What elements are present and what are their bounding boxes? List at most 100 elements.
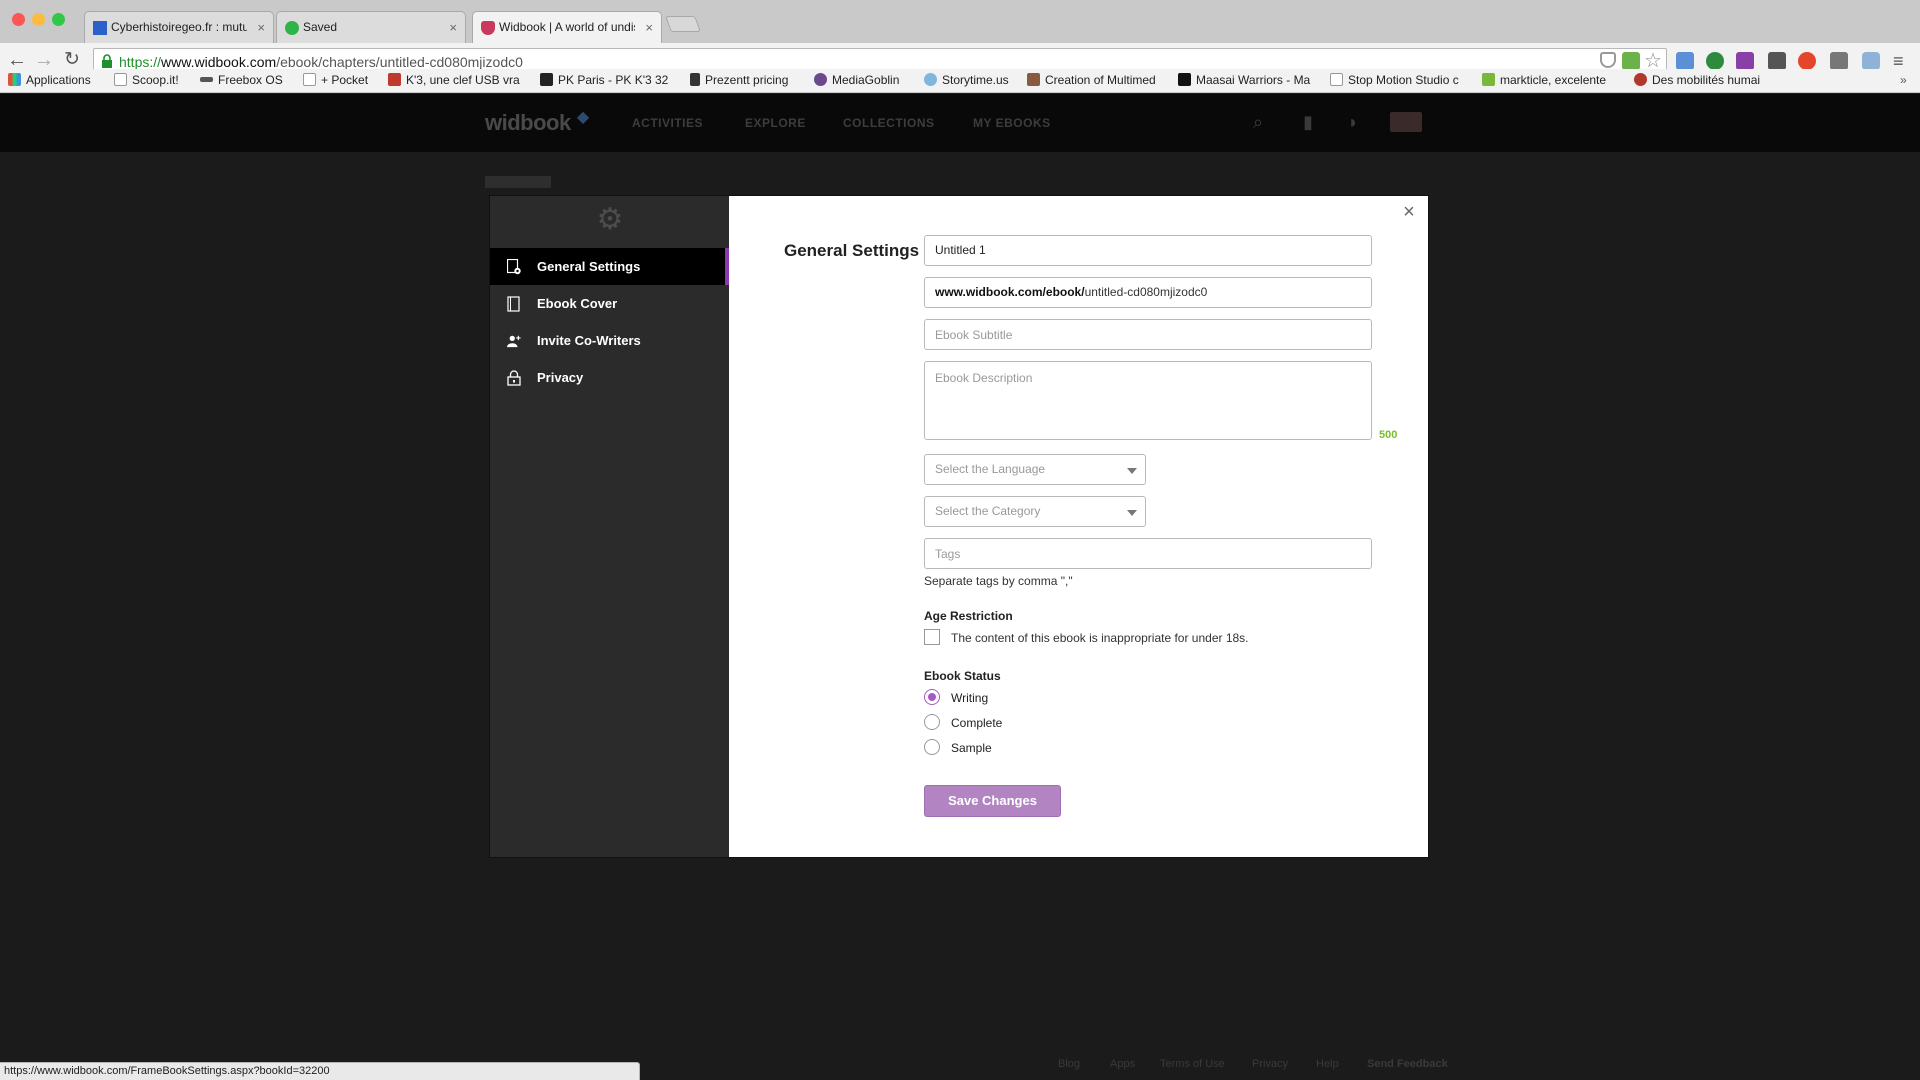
tab-title: Saved: [303, 20, 338, 34]
sidebar-item-label: Privacy: [537, 370, 584, 385]
bookmark-star-icon[interactable]: ☆: [1644, 51, 1662, 71]
sidebar-item-invite-co-writers[interactable]: Invite Co-Writers: [490, 322, 729, 359]
sidebar-item-label: Ebook Cover: [537, 296, 618, 311]
bookmark-item[interactable]: Prezentt pricing: [690, 69, 788, 92]
settings-doc-icon: [507, 259, 521, 275]
extension-download-icon[interactable]: [1706, 52, 1724, 70]
avatar[interactable]: [1390, 112, 1422, 132]
notification-bell-icon[interactable]: ◗: [1343, 112, 1363, 132]
nav-activities[interactable]: ACTIVITIES: [632, 116, 703, 130]
site-logo[interactable]: widbook: [485, 110, 571, 136]
bookmark-item[interactable]: K'3, une clef USB vra: [388, 69, 522, 92]
sidebar-item-general-settings[interactable]: General Settings: [490, 248, 729, 285]
bookmark-item[interactable]: MediaGoblin: [814, 69, 899, 92]
status-radio-writing[interactable]: [924, 689, 940, 705]
status-radio-complete[interactable]: [924, 714, 940, 730]
extension-bookmark-icon[interactable]: [1830, 52, 1848, 70]
footer-link-apps[interactable]: Apps: [1110, 1058, 1135, 1070]
bookmark-item[interactable]: + Pocket: [303, 69, 368, 92]
close-icon[interactable]: ×: [1400, 202, 1418, 222]
bookmark-item[interactable]: Maasai Warriors - Ma: [1178, 69, 1312, 92]
footer-link-blog[interactable]: Blog: [1058, 1058, 1080, 1070]
browser-tab-bar: Cyberhistoiregeo.fr : mutua × Saved × Wi…: [0, 0, 1920, 43]
ebook-subtitle-input[interactable]: [924, 319, 1372, 350]
age-restriction-checkbox[interactable]: [924, 629, 940, 645]
mobilites-icon: [1634, 73, 1647, 86]
footer-link-terms[interactable]: Terms of Use: [1160, 1058, 1225, 1070]
bookmarks-overflow-icon[interactable]: »: [1900, 69, 1907, 92]
nav-my-ebooks[interactable]: MY EBOOKS: [973, 116, 1051, 130]
new-tab-button[interactable]: [665, 16, 701, 32]
storytime-icon: [924, 73, 937, 86]
search-icon[interactable]: ⌕: [1248, 112, 1268, 132]
apps-grid-icon: [8, 73, 21, 86]
tab-close-icon[interactable]: ×: [645, 12, 653, 43]
tags-hint: Separate tags by comma ",": [924, 574, 1073, 588]
bookmark-item[interactable]: Freebox OS: [200, 69, 283, 92]
status-radio-writing-label[interactable]: Writing: [951, 691, 988, 705]
bookmark-item[interactable]: Stop Motion Studio c: [1330, 69, 1464, 92]
nav-collections[interactable]: COLLECTIONS: [843, 116, 935, 130]
lock-icon: [102, 54, 112, 68]
logo-mark-icon: ◆: [576, 109, 590, 126]
nav-explore[interactable]: EXPLORE: [745, 116, 806, 130]
ebook-description-textarea[interactable]: [924, 361, 1372, 440]
tab-title: Widbook | A world of undis: [499, 20, 635, 34]
k3-icon: [388, 73, 401, 86]
sidebar-item-privacy[interactable]: Privacy: [490, 359, 729, 396]
lock-icon: [507, 370, 521, 386]
footer-link-help[interactable]: Help: [1316, 1058, 1339, 1070]
settings-panel: × General Settings Untitled 1 www.widboo…: [729, 196, 1428, 857]
status-radio-sample[interactable]: [924, 739, 940, 755]
extension-asterisk-icon[interactable]: [1798, 52, 1816, 70]
footer-link-privacy[interactable]: Privacy: [1252, 1058, 1288, 1070]
category-select[interactable]: Select the Category: [924, 496, 1146, 527]
sidebar-item-label: General Settings: [537, 259, 641, 274]
extension-map-icon[interactable]: [1622, 52, 1640, 70]
status-radio-sample-label[interactable]: Sample: [951, 741, 992, 755]
tags-input[interactable]: [924, 538, 1372, 569]
bookmark-item[interactable]: Creation of Multimed: [1027, 69, 1161, 92]
stats-icon[interactable]: ▮: [1298, 112, 1318, 132]
bookmark-item[interactable]: markticle, excelente: [1482, 69, 1616, 92]
save-changes-button[interactable]: Save Changes: [924, 785, 1061, 817]
bookmark-applications[interactable]: Applications: [8, 69, 91, 92]
window-minimize-button[interactable]: [32, 13, 45, 26]
amazon-icon: [540, 73, 553, 86]
shield-icon[interactable]: [1600, 52, 1616, 68]
tab-close-icon[interactable]: ×: [449, 12, 457, 43]
gear-icon: ⚙: [596, 203, 624, 236]
window-zoom-button[interactable]: [52, 13, 65, 26]
bookmark-item[interactable]: Scoop.it!: [114, 69, 179, 92]
reload-icon[interactable]: ↻: [61, 49, 83, 71]
footer-link-send-feedback[interactable]: Send Feedback: [1367, 1058, 1448, 1070]
back-arrow-icon[interactable]: ←: [6, 49, 28, 71]
chevron-down-icon: [1127, 468, 1137, 474]
browser-tab-cyberhistoiregeo[interactable]: Cyberhistoiregeo.fr : mutua ×: [84, 11, 274, 43]
status-radio-complete-label[interactable]: Complete: [951, 716, 1002, 730]
settings-sidebar: ⚙ General Settings Ebook Cover Invite Co…: [490, 196, 729, 857]
ebook-title-input[interactable]: Untitled 1: [924, 235, 1372, 266]
camera-icon[interactable]: [1862, 52, 1880, 70]
ebook-status-label: Ebook Status: [924, 669, 1001, 683]
onenote-icon[interactable]: [1736, 52, 1754, 70]
stopmotion-icon: [1330, 73, 1343, 86]
ebook-url-field[interactable]: www.widbook.com/ebook/untitled-cd080mjiz…: [924, 277, 1372, 308]
language-select[interactable]: Select the Language: [924, 454, 1146, 485]
site-header: widbook ◆ ACTIVITIES EXPLORE COLLECTIONS…: [0, 94, 1920, 152]
window-close-button[interactable]: [12, 13, 25, 26]
bookmark-item[interactable]: Des mobilités humai: [1634, 69, 1768, 92]
age-restriction-checkbox-label[interactable]: The content of this ebook is inappropria…: [951, 631, 1249, 645]
description-char-counter: 500: [1379, 429, 1398, 441]
forward-arrow-icon[interactable]: →: [33, 49, 55, 71]
extension-puzzle-icon[interactable]: [1676, 52, 1694, 70]
bookmark-item[interactable]: PK Paris - PK K'3 32: [540, 69, 674, 92]
browser-tab-widbook[interactable]: Widbook | A world of undis ×: [472, 11, 662, 43]
sidebar-item-ebook-cover[interactable]: Ebook Cover: [490, 285, 729, 322]
prezentt-icon: [690, 73, 700, 86]
tab-close-icon[interactable]: ×: [257, 12, 265, 43]
menu-icon[interactable]: ≡: [1893, 52, 1911, 70]
bookmark-item[interactable]: Storytime.us: [924, 69, 1009, 92]
extension-film-icon[interactable]: [1768, 52, 1786, 70]
browser-tab-saved[interactable]: Saved ×: [276, 11, 466, 43]
